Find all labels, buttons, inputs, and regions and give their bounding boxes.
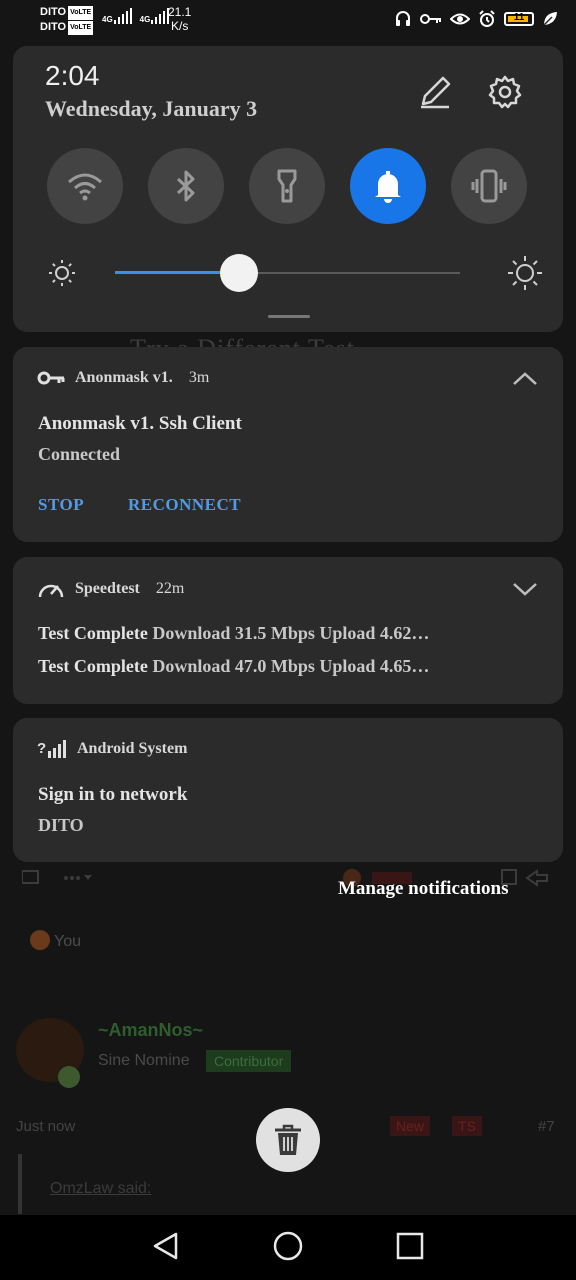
reaction-emoji-icon <box>30 930 50 950</box>
user-title: Sine Nomine <box>98 1052 190 1069</box>
volte-badge-2: VoLTE <box>68 21 94 35</box>
stop-button[interactable]: STOP <box>38 495 84 515</box>
back-button[interactable] <box>149 1229 183 1263</box>
quick-settings-panel: 2:04 Wednesday, January 3 <box>13 46 563 332</box>
new-tag: New <box>390 1116 431 1136</box>
clock: 2:04 <box>45 60 100 91</box>
network-type-1: 4G <box>102 15 113 24</box>
result-status: Test Complete <box>38 623 148 643</box>
clear-all-button[interactable] <box>256 1108 320 1172</box>
speed-value: 21.1 <box>168 5 192 19</box>
carrier-1: DITO <box>40 6 67 18</box>
notification-app-name: Anonmask v1. <box>75 369 173 386</box>
date: Wednesday, January 3 <box>45 96 258 121</box>
panel-handle[interactable] <box>268 315 310 318</box>
notification-anonmask[interactable]: Anonmask v1. 3m Anonmask v1. Ssh Client … <box>13 347 563 542</box>
wifi-icon <box>68 173 102 201</box>
network-question-icon: ? <box>37 740 66 758</box>
post-number: #7 <box>538 1118 555 1135</box>
result-status: Test Complete <box>38 656 148 676</box>
result-details: Download 31.5 Mbps Upload 4.62… <box>152 623 430 643</box>
bell-icon <box>375 171 401 203</box>
vibrate-toggle[interactable] <box>451 148 527 224</box>
notification-app-name: Speedtest <box>75 580 140 597</box>
notification-header: Anonmask v1. 3m <box>37 369 209 387</box>
result-details: Download 47.0 Mbps Upload 4.65… <box>152 656 430 676</box>
eye-icon <box>450 13 470 25</box>
notification-android-system[interactable]: ? Android System Sign in to network DITO <box>13 718 563 862</box>
manage-notifications-link[interactable]: Manage notifications <box>338 878 508 900</box>
headset-icon <box>396 11 410 26</box>
carrier-2: DITO <box>40 21 67 33</box>
gear-icon <box>488 75 522 109</box>
network-speed: 21.1 K/s <box>168 5 191 33</box>
signal-bars-icon <box>113 8 132 24</box>
quote-author: OmzLaw said: <box>50 1180 152 1197</box>
bluetooth-toggle[interactable] <box>148 148 224 224</box>
status-icons: 11 <box>394 10 558 28</box>
speedometer-icon <box>38 584 64 598</box>
notification-time: 3m <box>188 369 210 386</box>
signal-group: 4G 4G <box>102 8 170 24</box>
flashlight-toggle[interactable] <box>249 148 325 224</box>
svg-text:?: ? <box>37 740 46 757</box>
speed-unit: K/s <box>171 19 189 33</box>
vpn-key-icon <box>420 14 441 24</box>
signal-bars-icon-2 <box>151 8 170 24</box>
notification-text: DITO <box>38 815 84 835</box>
speedtest-line-2: Test Complete Download 47.0 Mbps Upload … <box>38 656 429 677</box>
notification-app-name: Android System <box>77 740 188 757</box>
notification-title: Anonmask v1. Ssh Client <box>38 413 242 434</box>
vibrate-icon <box>471 169 507 203</box>
brightness-low-icon <box>49 260 75 286</box>
notification-text: Connected <box>38 444 120 464</box>
flashlight-icon <box>277 169 297 203</box>
contributor-badge: Contributor <box>206 1050 292 1072</box>
recents-button[interactable] <box>393 1229 427 1263</box>
notification-speedtest[interactable]: Speedtest 22m Test Complete Download 31.… <box>13 557 563 704</box>
alarm-icon <box>479 10 495 27</box>
post-time: Just now <box>16 1118 76 1135</box>
brightness-row <box>47 252 542 292</box>
notification-header: ? Android System <box>37 738 187 760</box>
chevron-up-icon[interactable] <box>511 369 539 389</box>
brightness-high-icon <box>508 256 542 290</box>
speedtest-line-1: Test Complete Download 31.5 Mbps Upload … <box>38 623 429 644</box>
pencil-icon <box>421 76 451 109</box>
home-button[interactable] <box>271 1229 305 1263</box>
bluetooth-icon <box>176 170 195 202</box>
brightness-slider-thumb[interactable] <box>220 254 259 292</box>
notification-title: Sign in to network <box>38 784 188 805</box>
carrier-labels: DITO VoLTE DITO VoLTE <box>40 5 94 35</box>
notification-time: 22m <box>155 580 185 597</box>
ts-tag: TS <box>452 1116 482 1136</box>
reaction-summary: You <box>30 930 81 951</box>
trash-icon <box>275 1124 301 1155</box>
chevron-down-icon[interactable] <box>511 579 539 599</box>
settings-button[interactable] <box>487 74 523 110</box>
sound-toggle[interactable] <box>350 148 426 224</box>
reconnect-button[interactable]: RECONNECT <box>128 495 241 515</box>
quick-tiles <box>47 148 527 224</box>
status-bar: DITO VoLTE DITO VoLTE 4G 4G 21.1 K/s 11 <box>0 0 576 40</box>
leaf-icon <box>543 12 557 26</box>
battery-level: 11 <box>513 12 525 23</box>
wifi-toggle[interactable] <box>47 148 123 224</box>
battery-icon: 11 <box>504 12 534 26</box>
notification-header: Speedtest 22m <box>37 577 184 601</box>
network-type-2: 4G <box>139 15 151 24</box>
volte-badge: VoLTE <box>68 6 94 20</box>
edit-button[interactable] <box>417 74 453 110</box>
quote-bar <box>18 1154 22 1214</box>
avatar-badge-icon <box>58 1066 80 1088</box>
reaction-user: You <box>54 933 81 950</box>
key-icon <box>37 371 65 385</box>
navigation-bar <box>0 1215 576 1280</box>
post-username: ~AmanNos~ <box>98 1020 204 1040</box>
